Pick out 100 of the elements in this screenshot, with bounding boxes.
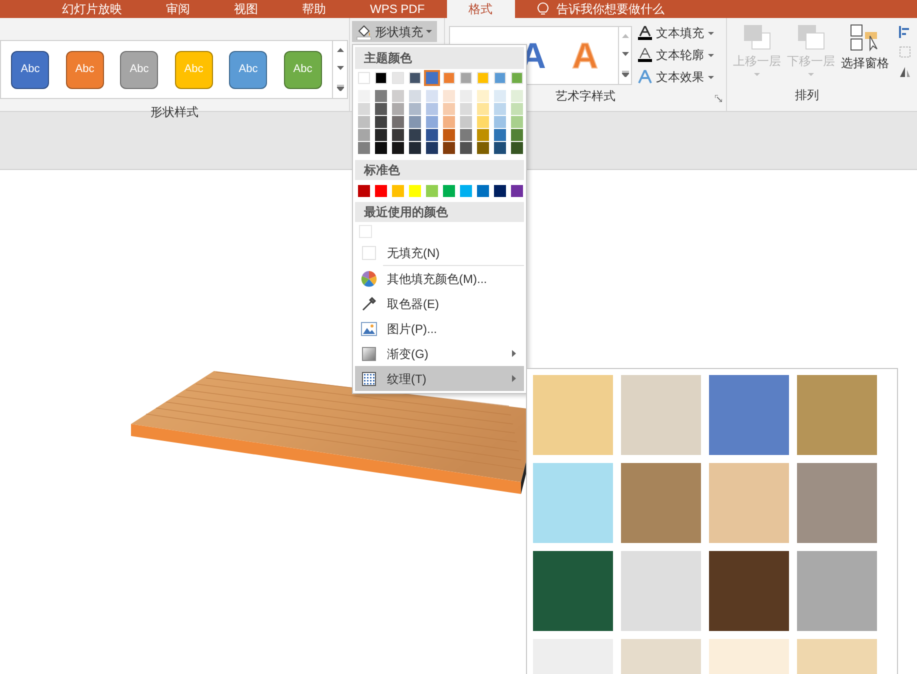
expand-gallery-icon[interactable] <box>622 70 628 77</box>
text-format-button[interactable]: 文本填充 <box>638 24 714 42</box>
rotate-icon[interactable] <box>899 66 911 78</box>
color-swatch[interactable] <box>409 116 421 128</box>
ribbon-tab[interactable]: 审阅 <box>144 0 212 18</box>
color-swatch[interactable] <box>494 185 506 197</box>
ribbon-tab[interactable]: 格式 <box>446 0 515 18</box>
dialog-launcher-icon[interactable] <box>715 95 722 102</box>
color-swatch[interactable] <box>392 185 404 197</box>
menu-item[interactable]: 无填充(N) <box>355 240 524 265</box>
color-swatch[interactable] <box>375 103 387 115</box>
group-icon[interactable] <box>899 46 911 58</box>
color-swatch[interactable] <box>443 90 455 102</box>
color-swatch[interactable] <box>477 142 489 154</box>
menu-item[interactable]: 图片(P)... <box>355 316 524 341</box>
color-swatch[interactable] <box>358 142 370 154</box>
shape-fill-button[interactable]: 形状填充 <box>352 21 437 42</box>
color-swatch[interactable] <box>477 103 489 115</box>
texture-swatch[interactable] <box>621 463 701 543</box>
expand-gallery-icon[interactable] <box>336 84 344 91</box>
color-swatch[interactable] <box>494 90 506 102</box>
texture-swatch[interactable] <box>797 375 877 455</box>
color-swatch[interactable] <box>477 185 489 197</box>
scroll-up-icon[interactable] <box>336 48 344 52</box>
color-swatch[interactable] <box>460 129 472 141</box>
color-swatch[interactable] <box>460 103 472 115</box>
shape-style-button[interactable]: Abc <box>120 50 158 88</box>
color-swatch[interactable] <box>511 103 523 115</box>
tell-me-search[interactable]: 告诉我你想要做什么 <box>556 0 665 18</box>
color-swatch[interactable] <box>460 72 472 84</box>
shape-style-button[interactable]: Abc <box>284 50 322 88</box>
color-swatch[interactable] <box>511 129 523 141</box>
menu-item[interactable]: 纹理(T) <box>355 366 524 391</box>
color-swatch[interactable] <box>358 90 370 102</box>
color-swatch[interactable] <box>511 72 523 84</box>
color-swatch[interactable] <box>460 185 472 197</box>
texture-swatch[interactable] <box>709 551 789 631</box>
color-swatch[interactable] <box>426 142 438 154</box>
color-swatch[interactable] <box>409 90 421 102</box>
color-swatch[interactable] <box>443 129 455 141</box>
color-swatch[interactable] <box>477 90 489 102</box>
scroll-down-icon[interactable] <box>622 52 628 56</box>
color-swatch[interactable] <box>358 185 370 197</box>
text-format-button[interactable]: 文本轮廓 <box>638 46 714 64</box>
texture-swatch[interactable] <box>533 375 613 455</box>
color-swatch[interactable] <box>409 129 421 141</box>
color-swatch[interactable] <box>426 90 438 102</box>
shape-style-button[interactable]: Abc <box>66 50 104 88</box>
color-swatch[interactable] <box>443 72 455 84</box>
ribbon-tab[interactable]: WPS PDF <box>348 0 447 18</box>
texture-swatch[interactable] <box>621 375 701 455</box>
color-swatch[interactable] <box>443 116 455 128</box>
color-swatch[interactable] <box>460 116 472 128</box>
color-swatch[interactable] <box>392 116 404 128</box>
color-swatch[interactable] <box>494 116 506 128</box>
color-swatch[interactable] <box>375 72 387 84</box>
text-format-button[interactable]: 文本效果 <box>638 68 714 86</box>
texture-swatch[interactable] <box>709 463 789 543</box>
menu-item[interactable]: 其他填充颜色(M)... <box>355 266 524 291</box>
color-swatch[interactable] <box>494 129 506 141</box>
color-swatch[interactable] <box>375 185 387 197</box>
color-swatch[interactable] <box>358 129 370 141</box>
menu-item[interactable]: 取色器(E) <box>355 291 524 316</box>
shape-style-button[interactable]: Abc <box>11 50 50 88</box>
menu-item[interactable]: 渐变(G) <box>355 341 524 366</box>
color-swatch[interactable] <box>358 116 370 128</box>
color-swatch[interactable] <box>375 116 387 128</box>
arrange-button[interactable]: 选择窗格 <box>839 24 891 86</box>
texture-swatch[interactable] <box>797 463 877 543</box>
color-swatch[interactable] <box>443 103 455 115</box>
color-swatch[interactable] <box>426 129 438 141</box>
texture-swatch[interactable] <box>709 375 789 455</box>
color-swatch[interactable] <box>358 72 370 84</box>
texture-swatch[interactable] <box>533 551 613 631</box>
texture-swatch[interactable] <box>797 551 877 631</box>
color-swatch[interactable] <box>426 116 438 128</box>
color-swatch[interactable] <box>460 142 472 154</box>
color-swatch[interactable] <box>409 72 421 84</box>
color-swatch[interactable] <box>426 72 438 84</box>
ribbon-tab[interactable]: 幻灯片放映 <box>40 0 144 18</box>
color-swatch[interactable] <box>511 142 523 154</box>
color-swatch[interactable] <box>426 185 438 197</box>
color-swatch[interactable] <box>477 129 489 141</box>
color-swatch[interactable] <box>494 72 506 84</box>
texture-swatch[interactable] <box>533 463 613 543</box>
color-swatch[interactable] <box>443 142 455 154</box>
ribbon-tab[interactable]: 帮助 <box>280 0 348 18</box>
color-swatch[interactable] <box>494 103 506 115</box>
scroll-down-icon[interactable] <box>336 66 344 70</box>
color-swatch[interactable] <box>511 185 523 197</box>
color-swatch[interactable] <box>409 142 421 154</box>
color-swatch[interactable] <box>477 116 489 128</box>
color-swatch[interactable] <box>511 116 523 128</box>
color-swatch[interactable] <box>358 103 370 115</box>
color-swatch[interactable] <box>494 142 506 154</box>
color-swatch[interactable] <box>409 185 421 197</box>
color-swatch[interactable] <box>392 129 404 141</box>
color-swatch[interactable] <box>392 103 404 115</box>
align-icon[interactable] <box>899 26 911 38</box>
color-swatch[interactable] <box>375 142 387 154</box>
